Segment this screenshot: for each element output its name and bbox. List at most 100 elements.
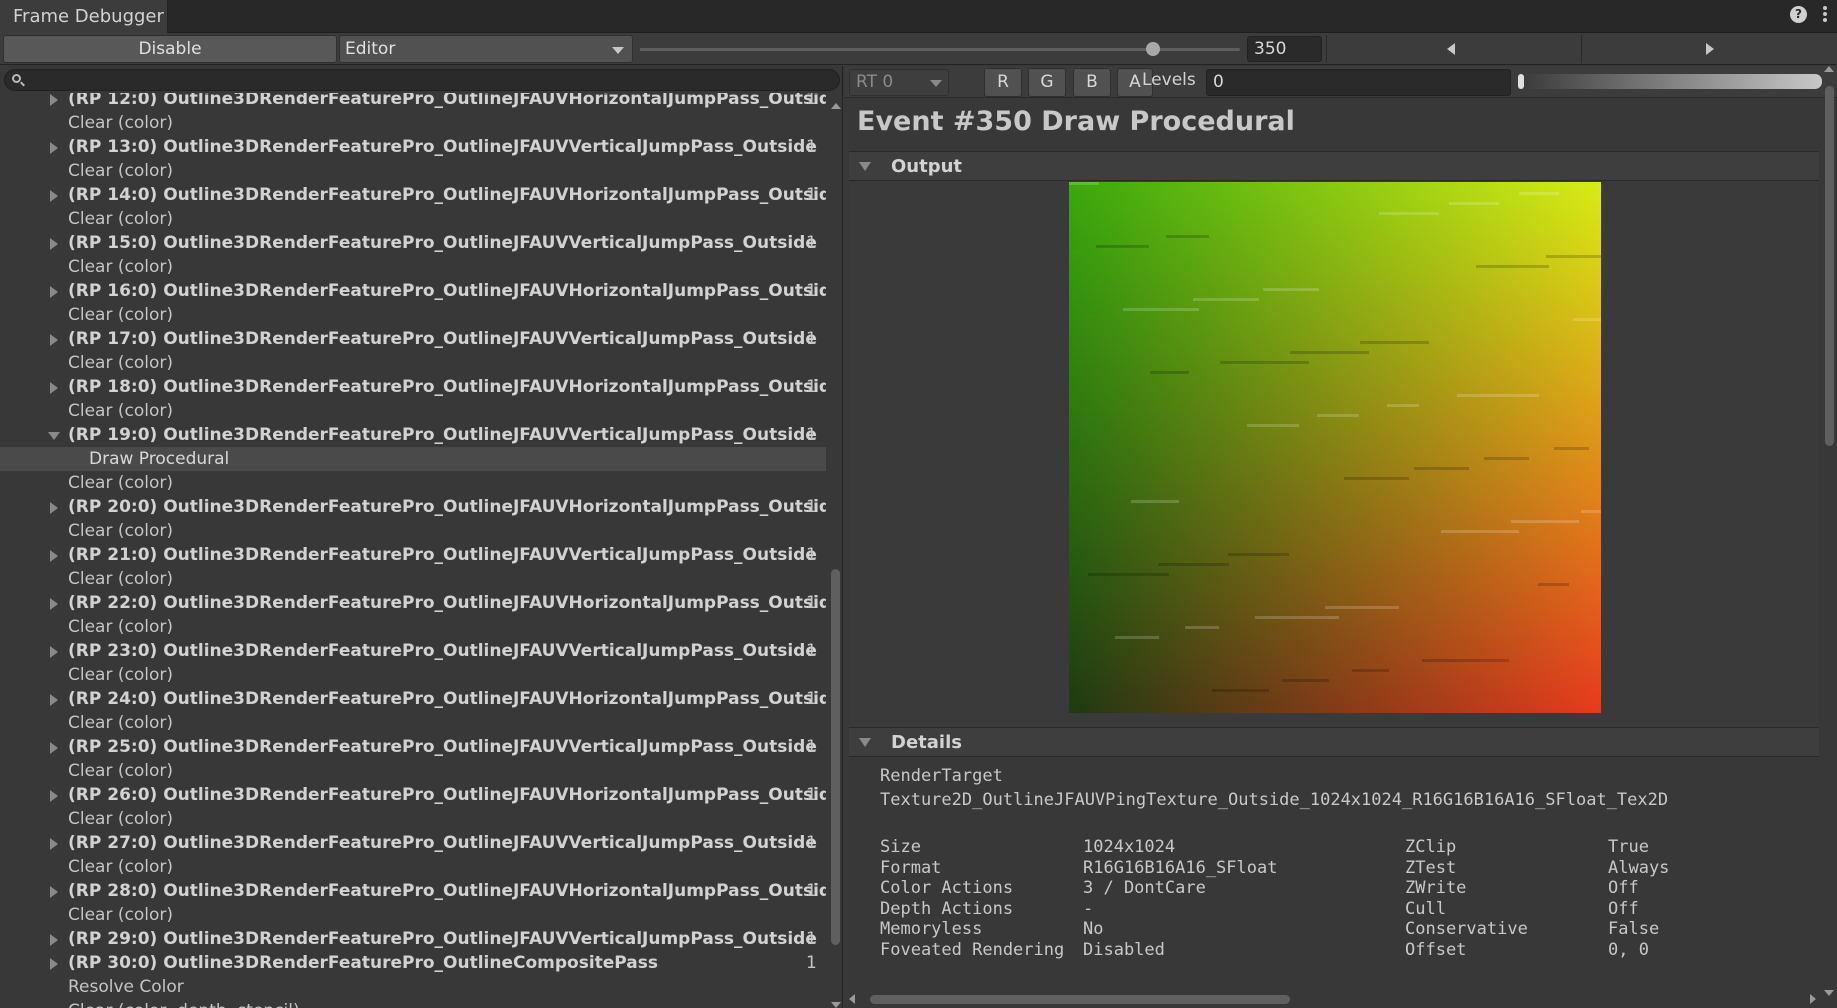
foldout-collapsed-icon[interactable] <box>50 934 58 946</box>
event-row[interactable]: Clear (color) <box>0 207 826 231</box>
render-pass-row[interactable]: (RP 16:0) Outline3DRenderFeaturePro_Outl… <box>0 279 826 303</box>
row-label: Clear (color) <box>68 353 173 373</box>
render-target-dropdown[interactable]: RT 0 <box>849 69 949 96</box>
scroll-up-icon[interactable] <box>831 103 841 109</box>
texture-streak <box>1573 318 1601 321</box>
texture-streak <box>1352 669 1389 672</box>
render-pass-row[interactable]: (RP 30:0) Outline3DRenderFeaturePro_Outl… <box>0 951 826 975</box>
scroll-right-icon[interactable] <box>1810 994 1816 1004</box>
render-pass-row[interactable]: (RP 17:0) Outline3DRenderFeaturePro_Outl… <box>0 327 826 351</box>
scroll-left-icon[interactable] <box>849 994 855 1004</box>
foldout-collapsed-icon[interactable] <box>50 958 58 970</box>
foldout-collapsed-icon[interactable] <box>50 334 58 346</box>
event-slider-thumb[interactable] <box>1146 42 1160 56</box>
tree-scroll-thumb[interactable] <box>831 569 840 945</box>
levels-range-slider[interactable] <box>1518 74 1822 89</box>
texture-streak <box>1441 530 1519 533</box>
foldout-collapsed-icon[interactable] <box>50 94 58 106</box>
foldout-collapsed-icon[interactable] <box>50 646 58 658</box>
chevron-down-icon <box>930 80 942 87</box>
render-pass-row[interactable]: (RP 23:0) Outline3DRenderFeaturePro_Outl… <box>0 639 826 663</box>
detail-value: - <box>1083 898 1094 919</box>
event-row[interactable]: Clear (color) <box>0 903 826 927</box>
render-pass-row[interactable]: (RP 21:0) Outline3DRenderFeaturePro_Outl… <box>0 543 826 567</box>
render-pass-row[interactable]: (RP 15:0) Outline3DRenderFeaturePro_Outl… <box>0 231 826 255</box>
foldout-collapsed-icon[interactable] <box>50 238 58 250</box>
channel-g-button[interactable]: G <box>1028 68 1066 97</box>
inspector-vertical-scrollbar[interactable] <box>1822 66 1837 996</box>
foldout-collapsed-icon[interactable] <box>50 286 58 298</box>
selected-event-row[interactable]: Draw Procedural <box>0 447 826 471</box>
event-row[interactable]: Clear (color) <box>0 855 826 879</box>
search-input[interactable] <box>4 69 840 91</box>
detail-key: Offset <box>1405 939 1467 960</box>
tree-vertical-scrollbar[interactable] <box>829 103 842 1008</box>
foldout-collapsed-icon[interactable] <box>50 790 58 802</box>
foldout-collapsed-icon[interactable] <box>50 886 58 898</box>
foldout-expanded-icon[interactable] <box>48 432 60 440</box>
scroll-up-icon[interactable] <box>1824 66 1834 72</box>
render-pass-row[interactable]: (RP 13:0) Outline3DRenderFeaturePro_Outl… <box>0 135 826 159</box>
event-row[interactable]: Clear (color) <box>0 471 826 495</box>
inspector-horizontal-scrollbar[interactable] <box>845 992 1820 1007</box>
event-row[interactable]: Clear (color) <box>0 351 826 375</box>
event-row[interactable]: Clear (color) <box>0 159 826 183</box>
render-pass-row[interactable]: (RP 24:0) Outline3DRenderFeaturePro_Outl… <box>0 687 826 711</box>
details-foldout[interactable]: Details <box>849 727 1819 757</box>
next-event-button[interactable] <box>1581 35 1835 63</box>
inspector-scroll-thumb[interactable] <box>1825 86 1834 446</box>
tab-frame-debugger[interactable]: Frame Debugger <box>0 0 168 33</box>
render-pass-row[interactable]: (RP 29:0) Outline3DRenderFeaturePro_Outl… <box>0 927 826 951</box>
event-row[interactable]: Clear (color, depth, stencil) <box>0 999 826 1008</box>
foldout-collapsed-icon[interactable] <box>50 502 58 514</box>
render-pass-row[interactable]: (RP 12:0) Outline3DRenderFeaturePro_Outl… <box>0 93 826 111</box>
target-dropdown[interactable]: Editor <box>339 35 633 63</box>
foldout-collapsed-icon[interactable] <box>50 382 58 394</box>
render-pass-row[interactable]: (RP 28:0) Outline3DRenderFeaturePro_Outl… <box>0 879 826 903</box>
render-pass-row[interactable]: (RP 22:0) Outline3DRenderFeaturePro_Outl… <box>0 591 826 615</box>
foldout-collapsed-icon[interactable] <box>50 742 58 754</box>
scroll-down-icon[interactable] <box>831 1002 841 1008</box>
channel-r-button[interactable]: R <box>984 68 1022 97</box>
event-index-field[interactable]: 350 <box>1247 36 1322 62</box>
event-row[interactable]: Clear (color) <box>0 519 826 543</box>
event-row[interactable]: Clear (color) <box>0 711 826 735</box>
texture-streak <box>1088 573 1169 576</box>
output-foldout[interactable]: Output <box>849 151 1819 181</box>
previous-event-button[interactable] <box>1326 35 1580 63</box>
event-slider[interactable] <box>640 42 1240 56</box>
render-pass-row[interactable]: (RP 20:0) Outline3DRenderFeaturePro_Outl… <box>0 495 826 519</box>
window-title-bar: Frame Debugger ? <box>0 0 1837 33</box>
foldout-collapsed-icon[interactable] <box>50 694 58 706</box>
event-row[interactable]: Clear (color) <box>0 111 826 135</box>
event-row[interactable]: Clear (color) <box>0 255 826 279</box>
foldout-collapsed-icon[interactable] <box>50 598 58 610</box>
event-row[interactable]: Clear (color) <box>0 615 826 639</box>
disable-button[interactable]: Disable <box>3 35 337 63</box>
foldout-collapsed-icon[interactable] <box>50 550 58 562</box>
foldout-collapsed-icon[interactable] <box>50 142 58 154</box>
render-pass-row[interactable]: (RP 14:0) Outline3DRenderFeaturePro_Outl… <box>0 183 826 207</box>
event-row[interactable]: Clear (color) <box>0 567 826 591</box>
event-row[interactable]: Clear (color) <box>0 663 826 687</box>
event-row[interactable]: Clear (color) <box>0 303 826 327</box>
foldout-collapsed-icon[interactable] <box>50 190 58 202</box>
render-pass-row[interactable]: (RP 18:0) Outline3DRenderFeaturePro_Outl… <box>0 375 826 399</box>
foldout-collapsed-icon[interactable] <box>50 838 58 850</box>
event-row[interactable]: Clear (color) <box>0 807 826 831</box>
kebab-menu-icon[interactable] <box>1821 4 1829 26</box>
render-pass-row[interactable]: (RP 27:0) Outline3DRenderFeaturePro_Outl… <box>0 831 826 855</box>
detail-key: Size <box>880 837 921 857</box>
render-target-value: Texture2D_OutlineJFAUVPingTexture_Outsid… <box>880 790 1669 810</box>
event-row[interactable]: Clear (color) <box>0 759 826 783</box>
channel-b-button[interactable]: B <box>1073 68 1111 97</box>
inspector-h-scroll-thumb[interactable] <box>870 995 1290 1004</box>
event-row[interactable]: Resolve Color <box>0 975 826 999</box>
scroll-down-icon[interactable] <box>1824 990 1834 996</box>
render-pass-row[interactable]: (RP 26:0) Outline3DRenderFeaturePro_Outl… <box>0 783 826 807</box>
event-row[interactable]: Clear (color) <box>0 399 826 423</box>
help-icon[interactable]: ? <box>1790 6 1807 23</box>
render-pass-row[interactable]: (RP 25:0) Outline3DRenderFeaturePro_Outl… <box>0 735 826 759</box>
levels-field[interactable]: 0 <box>1206 69 1511 96</box>
render-pass-row[interactable]: (RP 19:0) Outline3DRenderFeaturePro_Outl… <box>0 423 826 447</box>
